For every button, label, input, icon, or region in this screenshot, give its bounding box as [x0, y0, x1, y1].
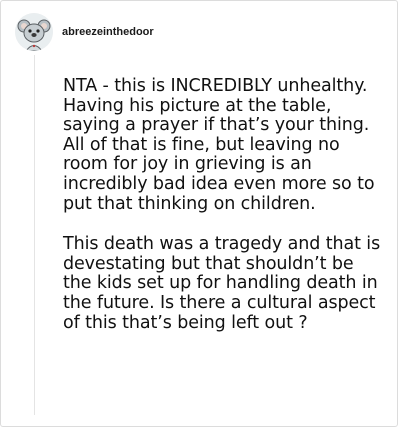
comment-paragraph: NTA - this is INCREDIBLY unhealthy. Havi…: [63, 76, 375, 214]
comment-header: abreezeinthedoor: [15, 13, 154, 51]
koala-avatar-icon: [15, 13, 53, 51]
thread-line[interactable]: [34, 55, 35, 415]
comment-body: NTA - this is INCREDIBLY unhealthy. Havi…: [63, 76, 385, 354]
avatar[interactable]: [15, 13, 53, 51]
username[interactable]: abreezeinthedoor: [62, 26, 154, 38]
comment-paragraph: This death was a tragedy and that is dev…: [63, 234, 381, 333]
comment-card: abreezeinthedoor NTA - this is INCREDIBL…: [0, 0, 398, 427]
